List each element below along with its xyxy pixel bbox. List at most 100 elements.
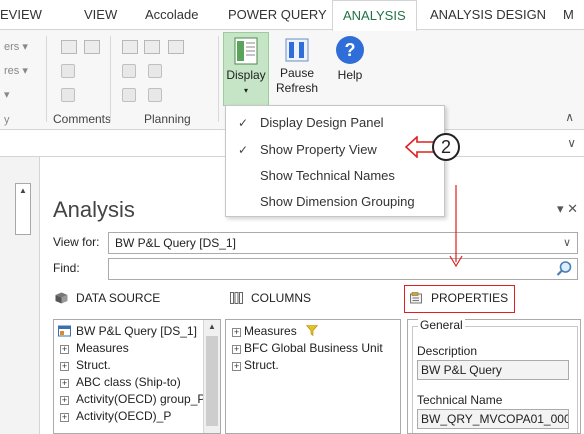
- group-separator: [46, 36, 47, 122]
- filter-icon[interactable]: [305, 325, 319, 337]
- query-icon: [58, 325, 71, 337]
- expand-plus-icon[interactable]: +: [60, 345, 69, 354]
- tree-item-measures[interactable]: + Measures: [54, 340, 129, 357]
- technical-name-field[interactable]: BW_QRY_MVCOPA01_000: [417, 409, 569, 429]
- column-item-label: Measures: [244, 324, 297, 338]
- tree-item-label: Measures: [76, 341, 129, 355]
- help-button[interactable]: ? Help: [330, 32, 370, 106]
- tab-analysis-design[interactable]: ANALYSIS DESIGN: [430, 0, 546, 30]
- general-group-label: General: [418, 318, 465, 332]
- description-label: Description: [417, 344, 478, 358]
- expand-plus-icon[interactable]: +: [232, 328, 241, 337]
- expand-plus-icon[interactable]: +: [232, 345, 241, 354]
- revert-icon[interactable]: [168, 40, 184, 54]
- comment-list-icon[interactable]: [84, 40, 100, 54]
- pause-label: Pause: [279, 66, 315, 80]
- ribbon-tab-bar: EVIEW VIEW Accolade POWER QUERY ANALYSIS…: [0, 0, 584, 31]
- column-item-measures[interactable]: + Measures: [226, 323, 319, 340]
- columns-header: COLUMNS: [230, 291, 311, 305]
- expand-plus-icon[interactable]: +: [232, 362, 241, 371]
- menu-item-label: Show Property View: [260, 142, 377, 157]
- disaggregate-icon[interactable]: [148, 64, 162, 78]
- callout-arrow-icon: [405, 136, 435, 158]
- display-dropdown-menu: ✓ Display Design Panel ✓ Show Property V…: [225, 105, 445, 217]
- ghost-label-3: ▾: [4, 89, 10, 101]
- vertical-scrollbar[interactable]: ▲: [15, 183, 31, 235]
- view-for-combo[interactable]: BW P&L Query [DS_1] ∨: [108, 232, 578, 254]
- refresh-label: Refresh: [275, 81, 319, 95]
- tab-review[interactable]: EVIEW: [0, 0, 42, 30]
- columns-icon: [230, 292, 243, 304]
- data-source-scrollbar[interactable]: ▲: [203, 320, 220, 433]
- properties-pane: General Description BW P&L Query Technic…: [407, 318, 581, 434]
- pause-refresh-button[interactable]: Pause Refresh: [274, 32, 320, 106]
- column-item-bfc-global-business-unit[interactable]: + BFC Global Business Unit: [226, 340, 383, 357]
- expand-plus-icon[interactable]: +: [60, 379, 69, 388]
- scroll-up-icon[interactable]: ▲: [204, 320, 220, 334]
- menu-item-display-design-panel[interactable]: ✓ Display Design Panel: [226, 110, 444, 136]
- tree-item-activity[interactable]: + Activity(OECD)_P: [54, 408, 171, 425]
- data-source-label: DATA SOURCE: [76, 291, 161, 305]
- ghost-label-2: res ▾: [4, 65, 28, 77]
- comment-icon[interactable]: [61, 40, 77, 54]
- lock-cells-icon[interactable]: [122, 64, 136, 78]
- column-item-label: Struct.: [244, 358, 279, 372]
- collapse-ribbon-icon[interactable]: ∧: [565, 110, 574, 124]
- columns-tree: + Measures + BFC Global Business Unit + Str…: [225, 319, 401, 434]
- data-source-tree: BW P&L Query [DS_1] + Measures + Struct. +…: [53, 319, 221, 434]
- tab-analysis[interactable]: ANALYSIS: [332, 0, 417, 31]
- group-separator: [218, 36, 219, 122]
- group-label-comments: Comments: [53, 112, 112, 126]
- expand-plus-icon[interactable]: +: [60, 362, 69, 371]
- tree-item-label: Struct.: [76, 358, 111, 372]
- chevron-down-icon: ▾: [243, 86, 248, 95]
- chevron-down-icon[interactable]: ∨: [563, 233, 571, 253]
- edit-comment-icon[interactable]: [61, 64, 75, 78]
- recalculate-icon[interactable]: [122, 40, 138, 54]
- find-label: Find:: [53, 261, 80, 275]
- save-data-icon[interactable]: [144, 40, 160, 54]
- column-item-label: BFC Global Business Unit: [244, 341, 383, 355]
- tab-view[interactable]: VIEW: [84, 0, 117, 30]
- find-input[interactable]: [108, 258, 578, 280]
- menu-item-label: Show Technical Names: [260, 168, 395, 183]
- menu-item-show-dimension-grouping[interactable]: Show Dimension Grouping: [226, 189, 444, 215]
- scroll-thumb[interactable]: [206, 336, 218, 426]
- lock-icon[interactable]: [122, 88, 136, 102]
- group-label-planning: Planning: [144, 112, 191, 126]
- scroll-up-icon[interactable]: ▲: [16, 184, 30, 198]
- expand-chevron-icon[interactable]: ∨: [567, 136, 576, 150]
- delete-comment-icon[interactable]: [61, 88, 75, 102]
- tab-more[interactable]: M: [563, 0, 574, 30]
- check-icon: ✓: [238, 116, 249, 130]
- columns-label: COLUMNS: [251, 291, 312, 305]
- tree-item-label: ABC class (Ship-to): [76, 375, 181, 389]
- properties-highlight-box: [404, 285, 515, 313]
- expand-plus-icon[interactable]: +: [60, 396, 69, 405]
- description-field[interactable]: BW P&L Query: [417, 360, 569, 380]
- search-icon[interactable]: [555, 260, 573, 278]
- pause-refresh-icon: [285, 38, 309, 62]
- left-strip: ▲: [0, 157, 40, 434]
- technical-name-label: Technical Name: [417, 393, 503, 407]
- tree-item-abc-class[interactable]: + ABC class (Ship-to): [54, 374, 181, 391]
- panel-title: Analysis: [53, 197, 135, 222]
- help-icon: ?: [336, 36, 364, 64]
- tree-item-struct[interactable]: + Struct.: [54, 357, 111, 374]
- panel-options-icon[interactable]: ▾ ✕: [557, 201, 578, 217]
- tab-accolade[interactable]: Accolade: [145, 0, 198, 30]
- expand-plus-icon[interactable]: +: [60, 413, 69, 422]
- menu-item-label: Show Dimension Grouping: [260, 194, 415, 209]
- check-icon: ✓: [238, 143, 249, 157]
- cube-icon: [55, 292, 68, 304]
- tree-item-activity-group[interactable]: + Activity(OECD) group_P: [54, 391, 205, 408]
- tree-item-root[interactable]: BW P&L Query [DS_1]: [54, 323, 202, 340]
- tree-item-label: Activity(OECD)_P: [76, 409, 172, 423]
- menu-item-show-technical-names[interactable]: Show Technical Names: [226, 163, 444, 189]
- display-button[interactable]: Display ▾: [223, 32, 269, 106]
- tab-power-query[interactable]: POWER QUERY: [228, 0, 327, 30]
- signature-icon[interactable]: [148, 88, 162, 102]
- column-item-struct[interactable]: + Struct.: [226, 357, 279, 374]
- display-button-label: Display: [226, 68, 266, 82]
- ghost-label-1: ers ▾: [4, 41, 28, 53]
